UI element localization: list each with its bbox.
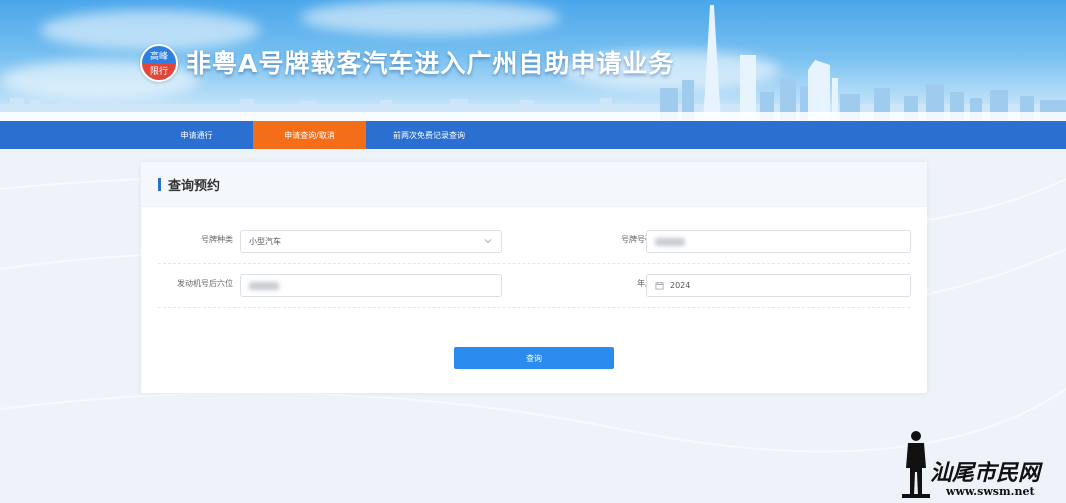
query-button[interactable]: 查询: [454, 347, 614, 369]
form-row-engine: 发动机号后六位 年度 2024: [158, 264, 911, 308]
plate-type-select[interactable]: 小型汽车: [240, 230, 502, 253]
badge-top-text: 高峰: [142, 46, 176, 63]
card-header: 查询预约: [141, 162, 927, 207]
chevron-down-icon: [484, 239, 492, 244]
main-nav: 申请通行 申请查询/取消 前两次免费记录查询: [0, 121, 1066, 149]
plate-type-label: 号牌种类: [201, 235, 233, 244]
title-accent-bar: [158, 177, 161, 191]
form-row-plate: 号牌种类 小型汽车 号牌号码: [158, 220, 911, 264]
redacted-value: [655, 237, 685, 246]
year-value: 2024: [670, 281, 691, 290]
header-banner: 高峰 限行 非粤A号牌载客汽车进入广州自助申请业务: [0, 0, 1066, 121]
banner-title: 非粤A号牌载客汽车进入广州自助申请业务: [186, 49, 675, 78]
plate-number-input[interactable]: [646, 230, 911, 253]
peak-restriction-badge: 高峰 限行: [140, 44, 178, 82]
year-label: 年度: [637, 279, 653, 288]
watermark-text: 汕尾市民网: [930, 460, 1041, 486]
engine-number-input[interactable]: [240, 274, 502, 297]
card-title: 查询预约: [168, 178, 221, 194]
nav-free-record-query[interactable]: 前两次免费记录查询: [366, 121, 492, 149]
calendar-icon: [655, 281, 664, 290]
nav-apply-pass[interactable]: 申请通行: [140, 121, 253, 149]
engine-number-label: 发动机号后六位: [177, 279, 233, 288]
query-card: 查询预约 号牌种类 小型汽车 号牌号码 发动机号后六位 年度 2024 查询: [141, 162, 927, 393]
badge-bottom-text: 限行: [142, 63, 176, 80]
watermark-url: www.swsm.net: [946, 485, 1035, 498]
plate-number-label: 号牌号码: [621, 235, 653, 244]
plate-type-value: 小型汽车: [249, 237, 281, 246]
year-picker[interactable]: 2024: [646, 274, 911, 297]
redacted-value: [249, 281, 279, 290]
nav-query-cancel[interactable]: 申请查询/取消: [253, 121, 366, 149]
